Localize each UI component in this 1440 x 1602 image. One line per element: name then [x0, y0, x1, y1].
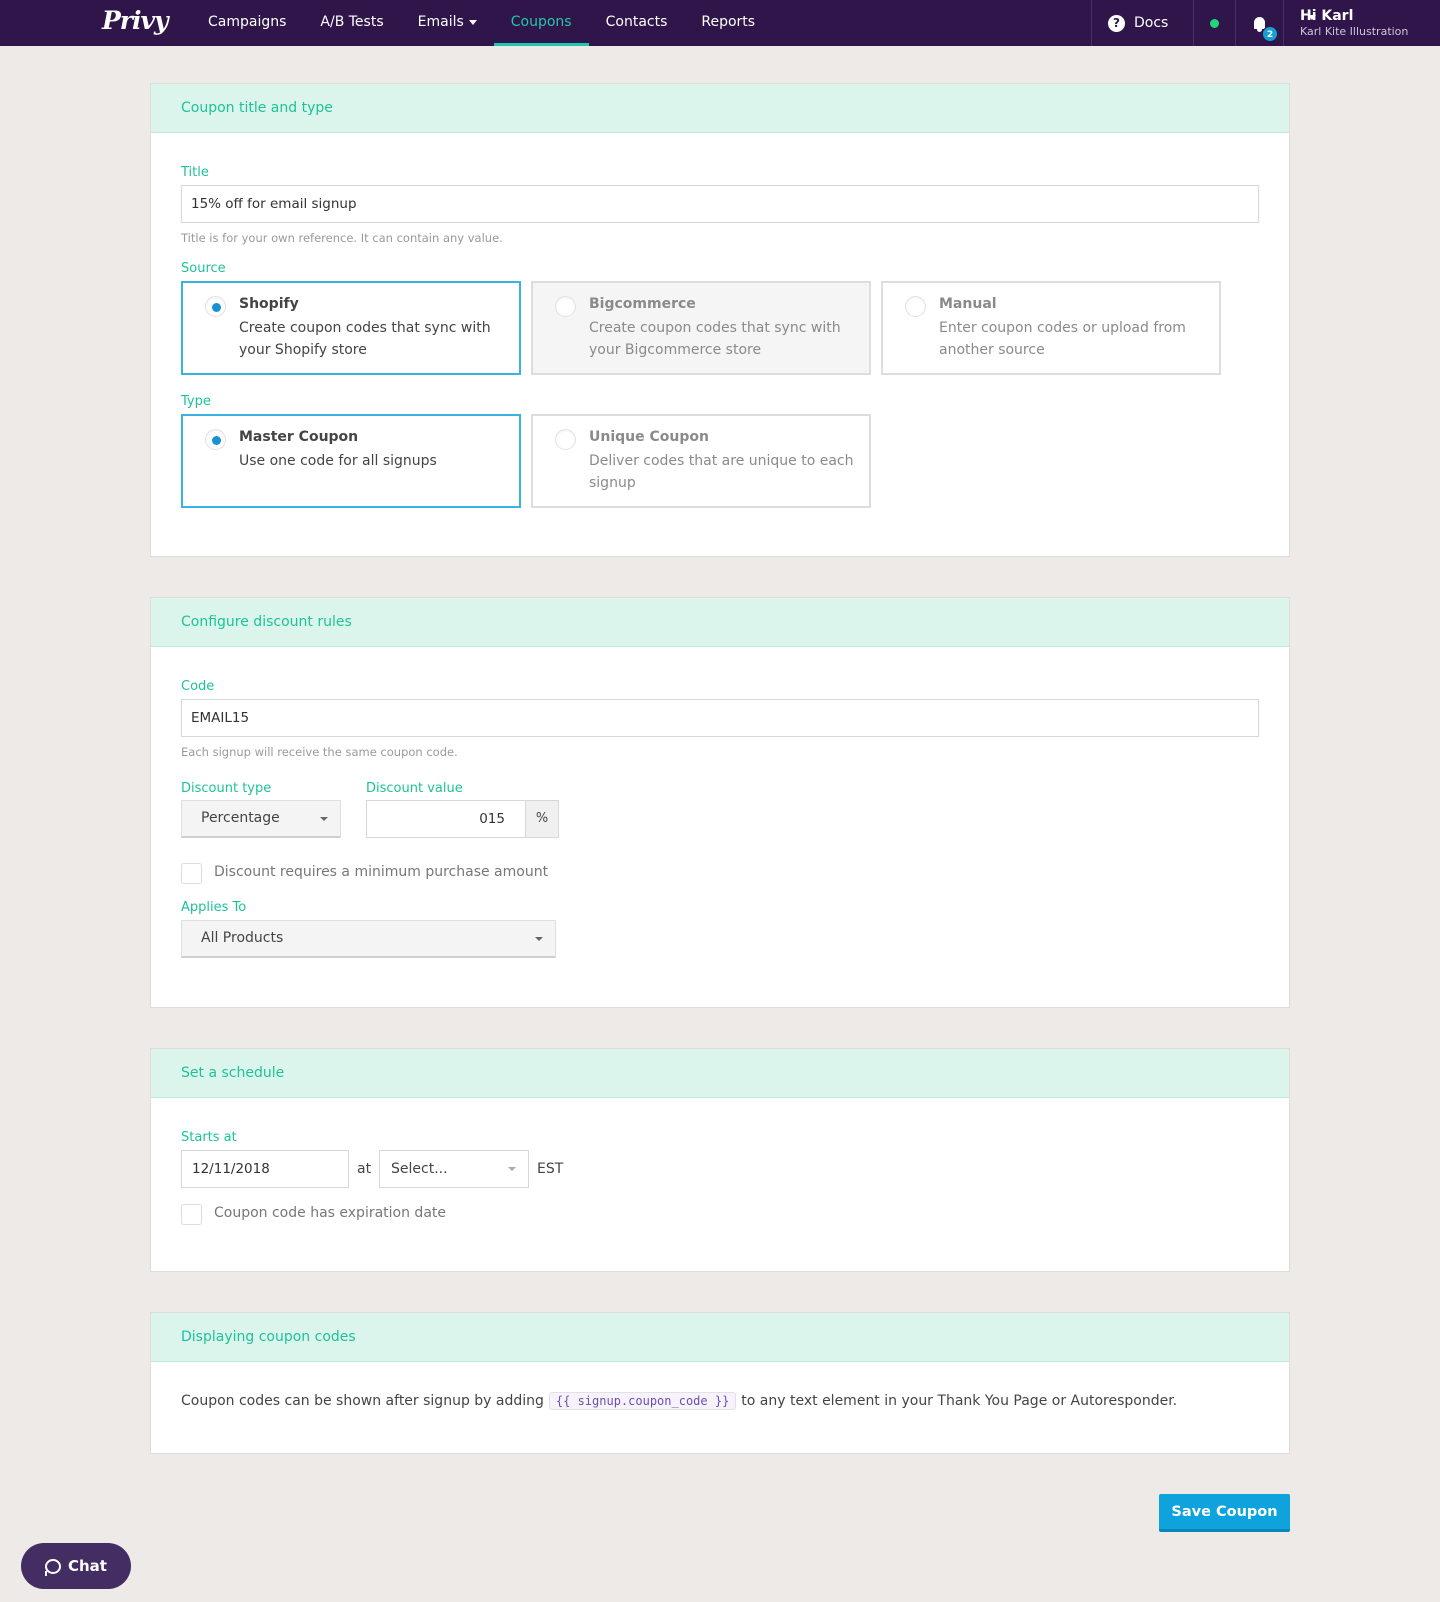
instructions-before: Coupon codes can be shown after signup b… — [181, 1393, 544, 1409]
displaying-codes-panel: Displaying coupon codes Coupon codes can… — [150, 1312, 1290, 1454]
panel-heading: Displaying coupon codes — [151, 1313, 1289, 1362]
start-time-select[interactable]: Select... — [379, 1150, 529, 1188]
status-dot-icon — [1210, 18, 1219, 28]
panel-heading: Configure discount rules — [151, 598, 1289, 647]
code-input[interactable]: EMAIL15 — [181, 699, 1259, 737]
chat-button[interactable]: Chat — [21, 1543, 131, 1589]
discount-value-input[interactable]: 015 — [366, 800, 526, 838]
user-menu[interactable]: Hi Karl Karl Kite Illustration — [1283, 0, 1440, 46]
option-title: Shopify — [239, 296, 299, 312]
type-label: Type — [181, 394, 211, 409]
option-description: Create coupon codes that sync with your … — [239, 320, 491, 358]
source-option-manual[interactable]: Manual Enter coupon codes or upload from… — [881, 281, 1221, 375]
starts-at-label: Starts at — [181, 1130, 237, 1145]
nav-emails[interactable]: Emails — [401, 0, 494, 46]
title-label: Title — [181, 165, 209, 180]
radio-empty-icon — [905, 296, 926, 317]
expiration-checkbox[interactable] — [181, 1204, 202, 1225]
coupon-code-snippet: {{ signup.coupon_code }} — [548, 1392, 737, 1410]
min-purchase-label[interactable]: Discount requires a minimum purchase amo… — [214, 864, 548, 880]
applies-to-label: Applies To — [181, 900, 247, 915]
save-coupon-button[interactable]: Save Coupon — [1159, 1494, 1290, 1532]
chevron-down-icon — [1308, 15, 1316, 20]
title-help: Title is for your own reference. It can … — [181, 231, 503, 245]
chat-bubble-icon — [45, 1558, 61, 1576]
privy-logo[interactable]: Privy — [102, 6, 169, 35]
display-instructions: Coupon codes can be shown after signup b… — [181, 1392, 1177, 1410]
nav-links: Campaigns A/B Tests Emails Coupons Conta… — [191, 0, 772, 46]
nav-reports-label: Reports — [701, 14, 756, 30]
nav-coupons-label: Coupons — [510, 14, 572, 30]
nav-campaigns-label: Campaigns — [208, 14, 287, 30]
help-circle-icon: ? — [1108, 14, 1125, 32]
panel-heading: Set a schedule — [151, 1049, 1289, 1098]
source-label: Source — [181, 261, 226, 276]
caret-down-icon — [508, 1167, 516, 1171]
nav-contacts[interactable]: Contacts — [589, 0, 685, 46]
type-option-unique[interactable]: Unique Coupon Deliver codes that are uni… — [531, 414, 871, 508]
chat-label: Chat — [68, 1557, 107, 1575]
nav-contacts-label: Contacts — [605, 14, 668, 30]
schedule-panel: Set a schedule Starts at 12/11/2018 at S… — [150, 1048, 1290, 1272]
panel-heading: Coupon title and type — [151, 84, 1289, 133]
applies-to-select[interactable]: All Products — [181, 920, 556, 958]
caret-down-icon — [320, 817, 328, 821]
timezone-label: EST — [537, 1161, 564, 1177]
option-description: Use one code for all signups — [239, 453, 437, 469]
nav-reports[interactable]: Reports — [684, 0, 772, 46]
radio-empty-icon — [555, 296, 576, 317]
instructions-after: to any text element in your Thank You Pa… — [741, 1393, 1178, 1409]
expiration-label[interactable]: Coupon code has expiration date — [214, 1205, 446, 1221]
top-nav: Privy Campaigns A/B Tests Emails Coupons… — [0, 0, 1440, 46]
discount-rules-panel: Configure discount rules Code EMAIL15 Ea… — [150, 597, 1290, 1008]
title-input[interactable]: 15% off for email signup — [181, 185, 1259, 223]
notification-badge: 2 — [1262, 26, 1278, 42]
notifications-button[interactable]: 2 — [1235, 0, 1283, 46]
nav-ab-tests-label: A/B Tests — [320, 14, 384, 30]
start-date-input[interactable]: 12/11/2018 — [181, 1150, 349, 1188]
nav-ab-tests[interactable]: A/B Tests — [303, 0, 400, 46]
nav-right: ? Docs 2 Hi Karl Karl Kite Illustration — [1091, 0, 1440, 46]
bell-icon — [1254, 17, 1265, 32]
option-title: Manual — [939, 296, 997, 312]
radio-selected-icon — [205, 429, 226, 450]
discount-type-label: Discount type — [181, 781, 272, 796]
code-label: Code — [181, 679, 215, 694]
nav-emails-label: Emails — [417, 14, 464, 30]
nav-coupons[interactable]: Coupons — [493, 0, 589, 46]
discount-type-select[interactable]: Percentage — [181, 800, 341, 838]
docs-link[interactable]: ? Docs — [1091, 0, 1193, 46]
caret-down-icon — [535, 937, 543, 941]
docs-label: Docs — [1134, 15, 1169, 31]
start-time-placeholder: Select... — [391, 1161, 448, 1177]
radio-empty-icon — [555, 429, 576, 450]
option-title: Bigcommerce — [589, 296, 696, 312]
option-description: Deliver codes that are unique to each si… — [589, 453, 854, 491]
option-title: Master Coupon — [239, 429, 359, 445]
discount-type-value: Percentage — [201, 810, 280, 826]
option-description: Create coupon codes that sync with your … — [589, 320, 841, 358]
coupon-title-type-panel: Coupon title and type Title 15% off for … — [150, 83, 1290, 557]
code-help: Each signup will receive the same coupon… — [181, 745, 458, 759]
applies-to-value: All Products — [201, 930, 284, 946]
min-purchase-checkbox[interactable] — [181, 863, 202, 884]
user-org: Karl Kite Illustration — [1300, 24, 1409, 38]
type-option-master[interactable]: Master Coupon Use one code for all signu… — [181, 414, 521, 508]
nav-campaigns[interactable]: Campaigns — [191, 0, 303, 46]
percent-addon: % — [526, 800, 559, 838]
option-title: Unique Coupon — [589, 429, 709, 445]
radio-selected-icon — [205, 296, 226, 317]
source-option-shopify[interactable]: Shopify Create coupon codes that sync wi… — [181, 281, 521, 375]
option-description: Enter coupon codes or upload from anothe… — [939, 320, 1186, 358]
at-label: at — [357, 1161, 372, 1177]
discount-value-label: Discount value — [366, 781, 463, 796]
source-option-bigcommerce[interactable]: Bigcommerce Create coupon codes that syn… — [531, 281, 871, 375]
status-indicator[interactable] — [1193, 0, 1235, 46]
chevron-down-icon — [468, 19, 477, 25]
